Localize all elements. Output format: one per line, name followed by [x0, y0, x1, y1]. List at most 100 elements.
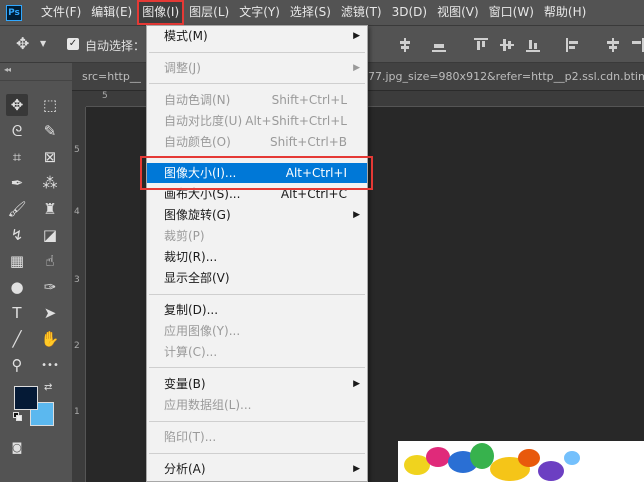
- ruler-label: 3: [74, 275, 80, 285]
- menu-option[interactable]: 裁切(R)...: [147, 247, 367, 267]
- menu-separator: [149, 421, 365, 422]
- ruler-label: 5: [74, 145, 80, 155]
- menu-item[interactable]: 3D(D): [387, 0, 432, 25]
- distribute-top-icon[interactable]: [474, 38, 488, 52]
- menu-item[interactable]: 编辑(E): [86, 0, 137, 25]
- menu-option: 自动对比度(U) Alt+Shift+Ctrl+L: [147, 111, 367, 131]
- menu-option-label: 裁切(R)...: [164, 250, 218, 264]
- document-tab-suffix: 77.jpg_size=980x912&refer=http__p2.ssl.c…: [368, 70, 644, 83]
- menu-separator: [149, 367, 365, 368]
- auto-select-label: 自动选择：: [85, 39, 146, 53]
- submenu-arrow-icon: ▶: [353, 63, 360, 73]
- menu-option[interactable]: 复制(D)...: [147, 300, 367, 320]
- distribute-hcenter-icon[interactable]: [606, 38, 620, 52]
- pen-tool-icon[interactable]: ✑: [39, 276, 61, 298]
- move-tool-icon[interactable]: ✥: [6, 94, 28, 116]
- menu-item[interactable]: 文字(Y): [234, 0, 285, 25]
- type-tool-icon[interactable]: T: [6, 302, 28, 324]
- submenu-arrow-icon: ▶: [353, 464, 360, 474]
- path-select-tool-icon[interactable]: ➤: [39, 302, 61, 324]
- menu-item[interactable]: 图层(L): [184, 0, 234, 25]
- ruler-corner: [72, 91, 86, 107]
- gradient-tool-icon[interactable]: ▦: [6, 250, 28, 272]
- menu-option-label: 调整(J): [164, 61, 201, 75]
- line-tool-icon[interactable]: ╱: [6, 328, 28, 350]
- image-menu-dropdown: 模式(M) ▶ 调整(J) ▶ 自动色调(N) Shift+Ctrl+L 自动对比度(U) A…: [146, 25, 368, 482]
- marquee-tool-icon[interactable]: ⬚: [39, 94, 61, 116]
- canvas-image: [398, 441, 644, 482]
- menu-option[interactable]: 图像旋转(G) ▶: [147, 205, 367, 225]
- menu-option-label: 复制(D)...: [164, 303, 219, 317]
- menu-separator: [149, 294, 365, 295]
- frame-tool-icon[interactable]: ⊠: [39, 146, 61, 168]
- distribute-vcenter-icon[interactable]: [500, 38, 514, 52]
- eraser-tool-icon[interactable]: ◪: [39, 224, 61, 246]
- default-colors-icon[interactable]: [13, 412, 23, 422]
- menu-option: 计算(C)...: [147, 342, 367, 362]
- zoom-tool-icon[interactable]: ⚲: [6, 354, 28, 376]
- patch-tool-icon[interactable]: ⁂: [39, 172, 61, 194]
- menu-option[interactable]: 变量(B) ▶: [147, 374, 367, 394]
- swap-colors-icon[interactable]: ⇄: [44, 382, 52, 393]
- menu-option-label: 变量(B): [164, 377, 206, 391]
- menu-item[interactable]: 文件(F): [36, 0, 86, 25]
- dodge-tool-icon[interactable]: ●: [6, 276, 28, 298]
- distribute-left-icon[interactable]: [566, 38, 580, 52]
- distribute-right-icon[interactable]: [630, 38, 644, 52]
- distribute-bottom-icon[interactable]: [526, 38, 540, 52]
- smudge-tool-icon[interactable]: ☝: [39, 250, 61, 272]
- menu-option[interactable]: 显示全部(V): [147, 268, 367, 288]
- submenu-arrow-icon: ▶: [353, 379, 360, 389]
- brush-tool-icon[interactable]: 🖌: [6, 198, 28, 220]
- crop-tool-icon[interactable]: ⌗: [6, 146, 28, 168]
- ruler-label: 5: [102, 91, 108, 101]
- quick-mask-icon[interactable]: ◙: [6, 436, 28, 458]
- menu-option: 应用图像(Y)...: [147, 321, 367, 341]
- stamp-tool-icon[interactable]: ♜: [39, 198, 61, 220]
- more-tools-icon[interactable]: •••: [39, 354, 61, 376]
- menu-item[interactable]: 窗口(W): [484, 0, 539, 25]
- menu-option[interactable]: 分析(A) ▶: [147, 459, 367, 479]
- align-bottom-icon[interactable]: [432, 38, 446, 52]
- menu-option-label: 图像旋转(G): [164, 208, 231, 222]
- menu-option-label: 分析(A): [164, 462, 206, 476]
- ruler-label: 2: [74, 341, 80, 351]
- auto-select-checkbox[interactable]: ✓: [67, 38, 79, 50]
- tool-preset-caret-icon[interactable]: ▼: [40, 39, 46, 48]
- menu-items: 文件(F) 编辑(E) 图像(I) 图层(L) 文字(Y) 选择(S) 滤镜(T) 3D(D)…: [36, 0, 591, 25]
- foreground-color-swatch[interactable]: [14, 386, 38, 410]
- eyedropper-tool-icon[interactable]: ✒: [6, 172, 28, 194]
- quick-select-tool-icon[interactable]: ✎: [39, 120, 61, 142]
- menu-option-label: 自动对比度(U): [164, 114, 243, 128]
- move-tool-icon[interactable]: ✥: [16, 35, 34, 53]
- align-vertical-center-icon[interactable]: [398, 38, 412, 52]
- menu-option: 调整(J) ▶: [147, 58, 367, 78]
- menu-option: 陷印(T)...: [147, 427, 367, 447]
- photoshop-logo-icon: Ps: [6, 4, 22, 21]
- menu-option-label: 应用数据组(L)...: [164, 398, 252, 412]
- menu-option: 自动颜色(O) Shift+Ctrl+B: [147, 132, 367, 152]
- menu-item[interactable]: 选择(S): [285, 0, 336, 25]
- lasso-tool-icon[interactable]: ᘓ: [6, 120, 28, 142]
- menu-option-label: 计算(C)...: [164, 345, 218, 359]
- menu-option: 应用数据组(L)...: [147, 395, 367, 415]
- menu-option-shortcut: Alt+Shift+Ctrl+L: [245, 114, 347, 128]
- menu-option-label: 显示全部(V): [164, 271, 230, 285]
- menu-option[interactable]: 模式(M) ▶: [147, 26, 367, 46]
- menu-item[interactable]: 视图(V): [432, 0, 484, 25]
- menu-option-label: 裁剪(P): [164, 229, 205, 243]
- menu-item[interactable]: 滤镜(T): [336, 0, 387, 25]
- vertical-ruler[interactable]: 5 4 3 2 1: [72, 107, 86, 482]
- panel-grip[interactable]: [0, 73, 72, 81]
- menu-option-label: 自动色调(N): [164, 93, 231, 107]
- menu-option-label: 自动颜色(O): [164, 135, 231, 149]
- menu-option: 自动色调(N) Shift+Ctrl+L: [147, 90, 367, 110]
- ruler-label: 1: [74, 407, 80, 417]
- menu-separator: [149, 52, 365, 53]
- history-brush-tool-icon[interactable]: ↯: [6, 224, 28, 246]
- menu-option-label: 模式(M): [164, 29, 208, 43]
- menu-separator: [149, 453, 365, 454]
- menu-item[interactable]: 帮助(H): [539, 0, 591, 25]
- hand-tool-icon[interactable]: ✋: [39, 328, 61, 350]
- menu-item[interactable]: 图像(I): [137, 0, 185, 25]
